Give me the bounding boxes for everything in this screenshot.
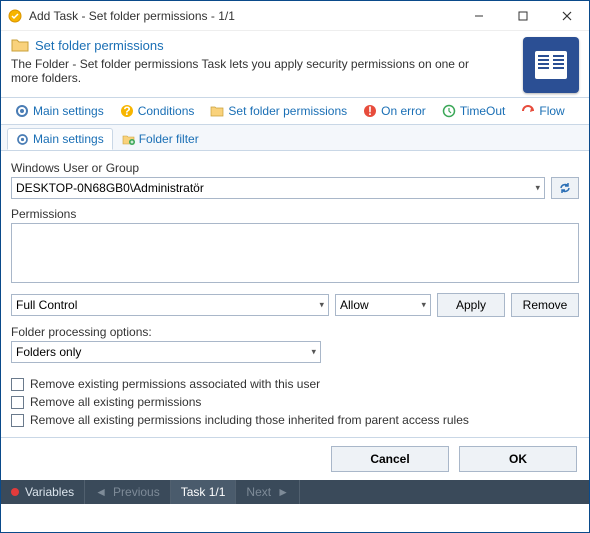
permissions-label: Permissions — [11, 207, 579, 221]
button-label: OK — [509, 452, 527, 466]
feature-icon — [523, 37, 579, 93]
access-right-value: Full Control — [16, 298, 77, 312]
gear-icon — [15, 104, 29, 118]
remove-user-permissions-checkbox[interactable]: Remove existing permissions associated w… — [11, 377, 579, 391]
processing-options-label: Folder processing options: — [11, 325, 579, 339]
title-bar: Add Task - Set folder permissions - 1/1 — [1, 1, 589, 31]
folder-icon — [11, 37, 29, 53]
variables-status-button[interactable]: Variables — [1, 480, 85, 504]
status-bar: Variables ◄ Previous Task 1/1 Next ► — [1, 480, 589, 504]
flow-icon — [521, 104, 535, 118]
tab-label: TimeOut — [460, 104, 506, 118]
chevron-right-icon: ► — [277, 485, 289, 499]
header-title: Set folder permissions — [35, 38, 164, 53]
tab-label: Conditions — [138, 104, 195, 118]
svg-text:?: ? — [123, 104, 130, 118]
record-dot-icon — [11, 488, 19, 496]
tab-timeout[interactable]: TimeOut — [434, 98, 514, 124]
svg-text:!: ! — [368, 104, 372, 118]
apply-button[interactable]: Apply — [437, 293, 505, 317]
tab-label: On error — [381, 104, 426, 118]
tab-conditions[interactable]: ? Conditions — [112, 98, 203, 124]
checkbox-label: Remove existing permissions associated w… — [30, 377, 320, 391]
task-status-button[interactable]: Task 1/1 — [171, 480, 237, 504]
user-group-label: Windows User or Group — [11, 161, 579, 175]
tab-set-folder-permissions[interactable]: Set folder permissions — [202, 98, 355, 124]
refresh-button[interactable] — [551, 177, 579, 199]
main-tabbar: Main settings ? Conditions Set folder pe… — [1, 97, 589, 125]
cancel-button[interactable]: Cancel — [331, 446, 449, 472]
access-right-select[interactable]: Full Control ▾ — [11, 294, 329, 316]
gear-small-icon — [16, 133, 29, 146]
checkbox-icon — [11, 378, 24, 391]
access-type-value: Allow — [340, 298, 369, 312]
window-title: Add Task - Set folder permissions - 1/1 — [29, 9, 457, 23]
tab-on-error[interactable]: ! On error — [355, 98, 434, 124]
button-label: Apply — [456, 298, 486, 312]
error-icon: ! — [363, 104, 377, 118]
processing-options-select[interactable]: Folders only ▾ — [11, 341, 321, 363]
dialog-footer: Cancel OK — [1, 437, 589, 480]
subtab-label: Folder filter — [139, 132, 199, 146]
clock-icon — [442, 104, 456, 118]
permissions-listbox[interactable] — [11, 223, 579, 283]
button-label: Cancel — [370, 452, 409, 466]
status-label: Task 1/1 — [181, 485, 226, 499]
user-group-value: DESKTOP-0N68GB0\Administratör — [16, 181, 204, 195]
status-label: Previous — [113, 485, 160, 499]
tab-label: Main settings — [33, 104, 104, 118]
user-group-select[interactable]: DESKTOP-0N68GB0\Administratör ▾ — [11, 177, 545, 199]
tab-flow[interactable]: Flow — [513, 98, 572, 124]
maximize-button[interactable] — [501, 2, 545, 30]
chevron-down-icon: ▾ — [311, 347, 316, 358]
checkbox-label: Remove all existing permissions includin… — [30, 413, 469, 427]
next-status-button[interactable]: Next ► — [236, 480, 300, 504]
processing-options-value: Folders only — [16, 345, 81, 359]
remove-button[interactable]: Remove — [511, 293, 579, 317]
folder-plus-icon — [122, 133, 135, 146]
subtab-folder-filter[interactable]: Folder filter — [113, 128, 208, 150]
sub-tabbar: Main settings Folder filter — [1, 125, 589, 151]
tab-label: Flow — [539, 104, 564, 118]
header-description: The Folder - Set folder permissions Task… — [11, 57, 481, 85]
button-label: Remove — [523, 298, 568, 312]
status-label: Variables — [25, 485, 74, 499]
checkbox-icon — [11, 396, 24, 409]
status-label: Next — [246, 485, 271, 499]
remove-all-permissions-checkbox[interactable]: Remove all existing permissions — [11, 395, 579, 409]
header-section: Set folder permissions The Folder - Set … — [1, 31, 589, 97]
checkbox-label: Remove all existing permissions — [30, 395, 201, 409]
content-panel: Windows User or Group DESKTOP-0N68GB0\Ad… — [1, 151, 589, 437]
chevron-left-icon: ◄ — [95, 485, 107, 499]
previous-status-button[interactable]: ◄ Previous — [85, 480, 171, 504]
remove-inherited-permissions-checkbox[interactable]: Remove all existing permissions includin… — [11, 413, 579, 427]
ok-button[interactable]: OK — [459, 446, 577, 472]
close-button[interactable] — [545, 2, 589, 30]
folder-small-icon — [210, 104, 224, 118]
tab-main-settings[interactable]: Main settings — [7, 98, 112, 124]
subtab-main-settings[interactable]: Main settings — [7, 128, 113, 150]
subtab-label: Main settings — [33, 132, 104, 146]
minimize-button[interactable] — [457, 2, 501, 30]
chevron-down-icon: ▾ — [421, 300, 426, 311]
tab-label: Set folder permissions — [228, 104, 347, 118]
chevron-down-icon: ▾ — [319, 300, 324, 311]
question-icon: ? — [120, 104, 134, 118]
app-icon — [7, 8, 23, 24]
checkbox-icon — [11, 414, 24, 427]
access-type-select[interactable]: Allow ▾ — [335, 294, 431, 316]
chevron-down-icon: ▾ — [535, 183, 540, 194]
refresh-icon — [558, 181, 572, 195]
